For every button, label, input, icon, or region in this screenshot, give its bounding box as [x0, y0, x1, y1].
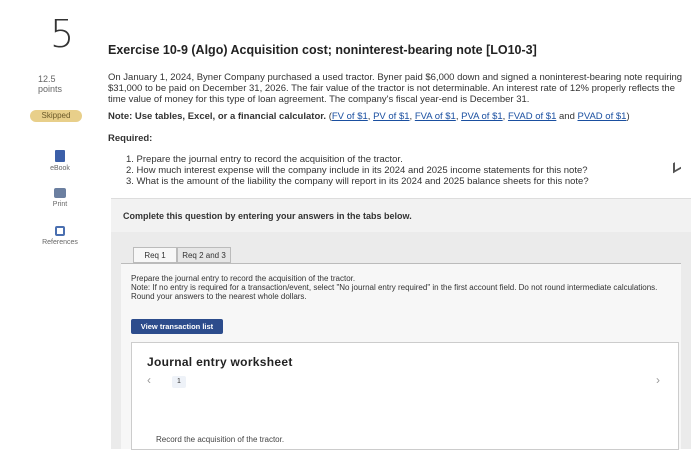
- print-button[interactable]: Print: [30, 188, 90, 208]
- book-icon: [55, 150, 65, 162]
- link-pvad[interactable]: PVAD of $1: [578, 111, 627, 122]
- tab-req-2-and-3[interactable]: Req 2 and 3: [177, 247, 231, 263]
- required-heading: Required:: [108, 133, 153, 144]
- requirements-list: 1. Prepare the journal entry to record t…: [126, 154, 686, 187]
- requirement-item: 2. How much interest expense will the co…: [126, 165, 588, 176]
- link-pva[interactable]: PVA of $1: [461, 111, 503, 122]
- link-fvad[interactable]: FVAD of $1: [508, 111, 556, 122]
- link-pv[interactable]: PV of $1: [373, 111, 409, 122]
- references-label: References: [42, 239, 78, 246]
- instruction-main: Prepare the journal entry to record the …: [131, 274, 356, 283]
- exercise-intro: On January 1, 2024, Byner Company purcha…: [108, 72, 683, 105]
- question-number: 5: [50, 12, 75, 56]
- worksheet-caption: Record the acquisition of the tractor.: [156, 435, 285, 444]
- worksheet-title: Journal entry worksheet: [147, 355, 293, 369]
- requirement-item: 1. Prepare the journal entry to record t…: [126, 154, 403, 165]
- tab-req-1[interactable]: Req 1: [133, 247, 177, 263]
- worksheet-page-number[interactable]: 1: [172, 376, 186, 388]
- answer-panel: Complete this question by entering your …: [111, 198, 691, 450]
- print-label: Print: [52, 201, 68, 208]
- note-label: Note: Use tables, Excel, or a financial …: [108, 111, 327, 122]
- points-value: 12.5: [38, 74, 56, 84]
- chevron-left-icon[interactable]: ‹: [147, 373, 151, 387]
- tab-instructions: Prepare the journal entry to record the …: [131, 274, 671, 301]
- left-rail: 5 12.5 points Skipped eBook Print Refere…: [0, 0, 100, 450]
- points-label: points: [38, 84, 63, 94]
- panel-header: Complete this question by entering your …: [123, 211, 412, 221]
- chevron-right-icon[interactable]: ›: [656, 373, 660, 387]
- requirement-item: 3. What is the amount of the liability t…: [126, 176, 589, 187]
- points-info: 12.5 points: [38, 74, 62, 94]
- exercise-title: Exercise 10-9 (Algo) Acquisition cost; n…: [108, 43, 537, 57]
- tab-content: Prepare the journal entry to record the …: [121, 263, 681, 450]
- printer-icon: [54, 188, 66, 198]
- references-icon: [55, 226, 65, 236]
- link-fva[interactable]: FVA of $1: [415, 111, 456, 122]
- ebook-button[interactable]: eBook: [30, 150, 90, 172]
- status-badge: Skipped: [30, 110, 82, 122]
- references-button[interactable]: References: [30, 226, 90, 246]
- ebook-label: eBook: [50, 165, 70, 172]
- link-fv[interactable]: FV of $1: [332, 111, 368, 122]
- note-line: Note: Use tables, Excel, or a financial …: [108, 111, 630, 122]
- journal-worksheet: Journal entry worksheet ‹ 1 › Record the…: [131, 342, 679, 450]
- view-transaction-list-button[interactable]: View transaction list: [131, 319, 223, 334]
- instruction-note: Note: If no entry is required for a tran…: [131, 283, 658, 301]
